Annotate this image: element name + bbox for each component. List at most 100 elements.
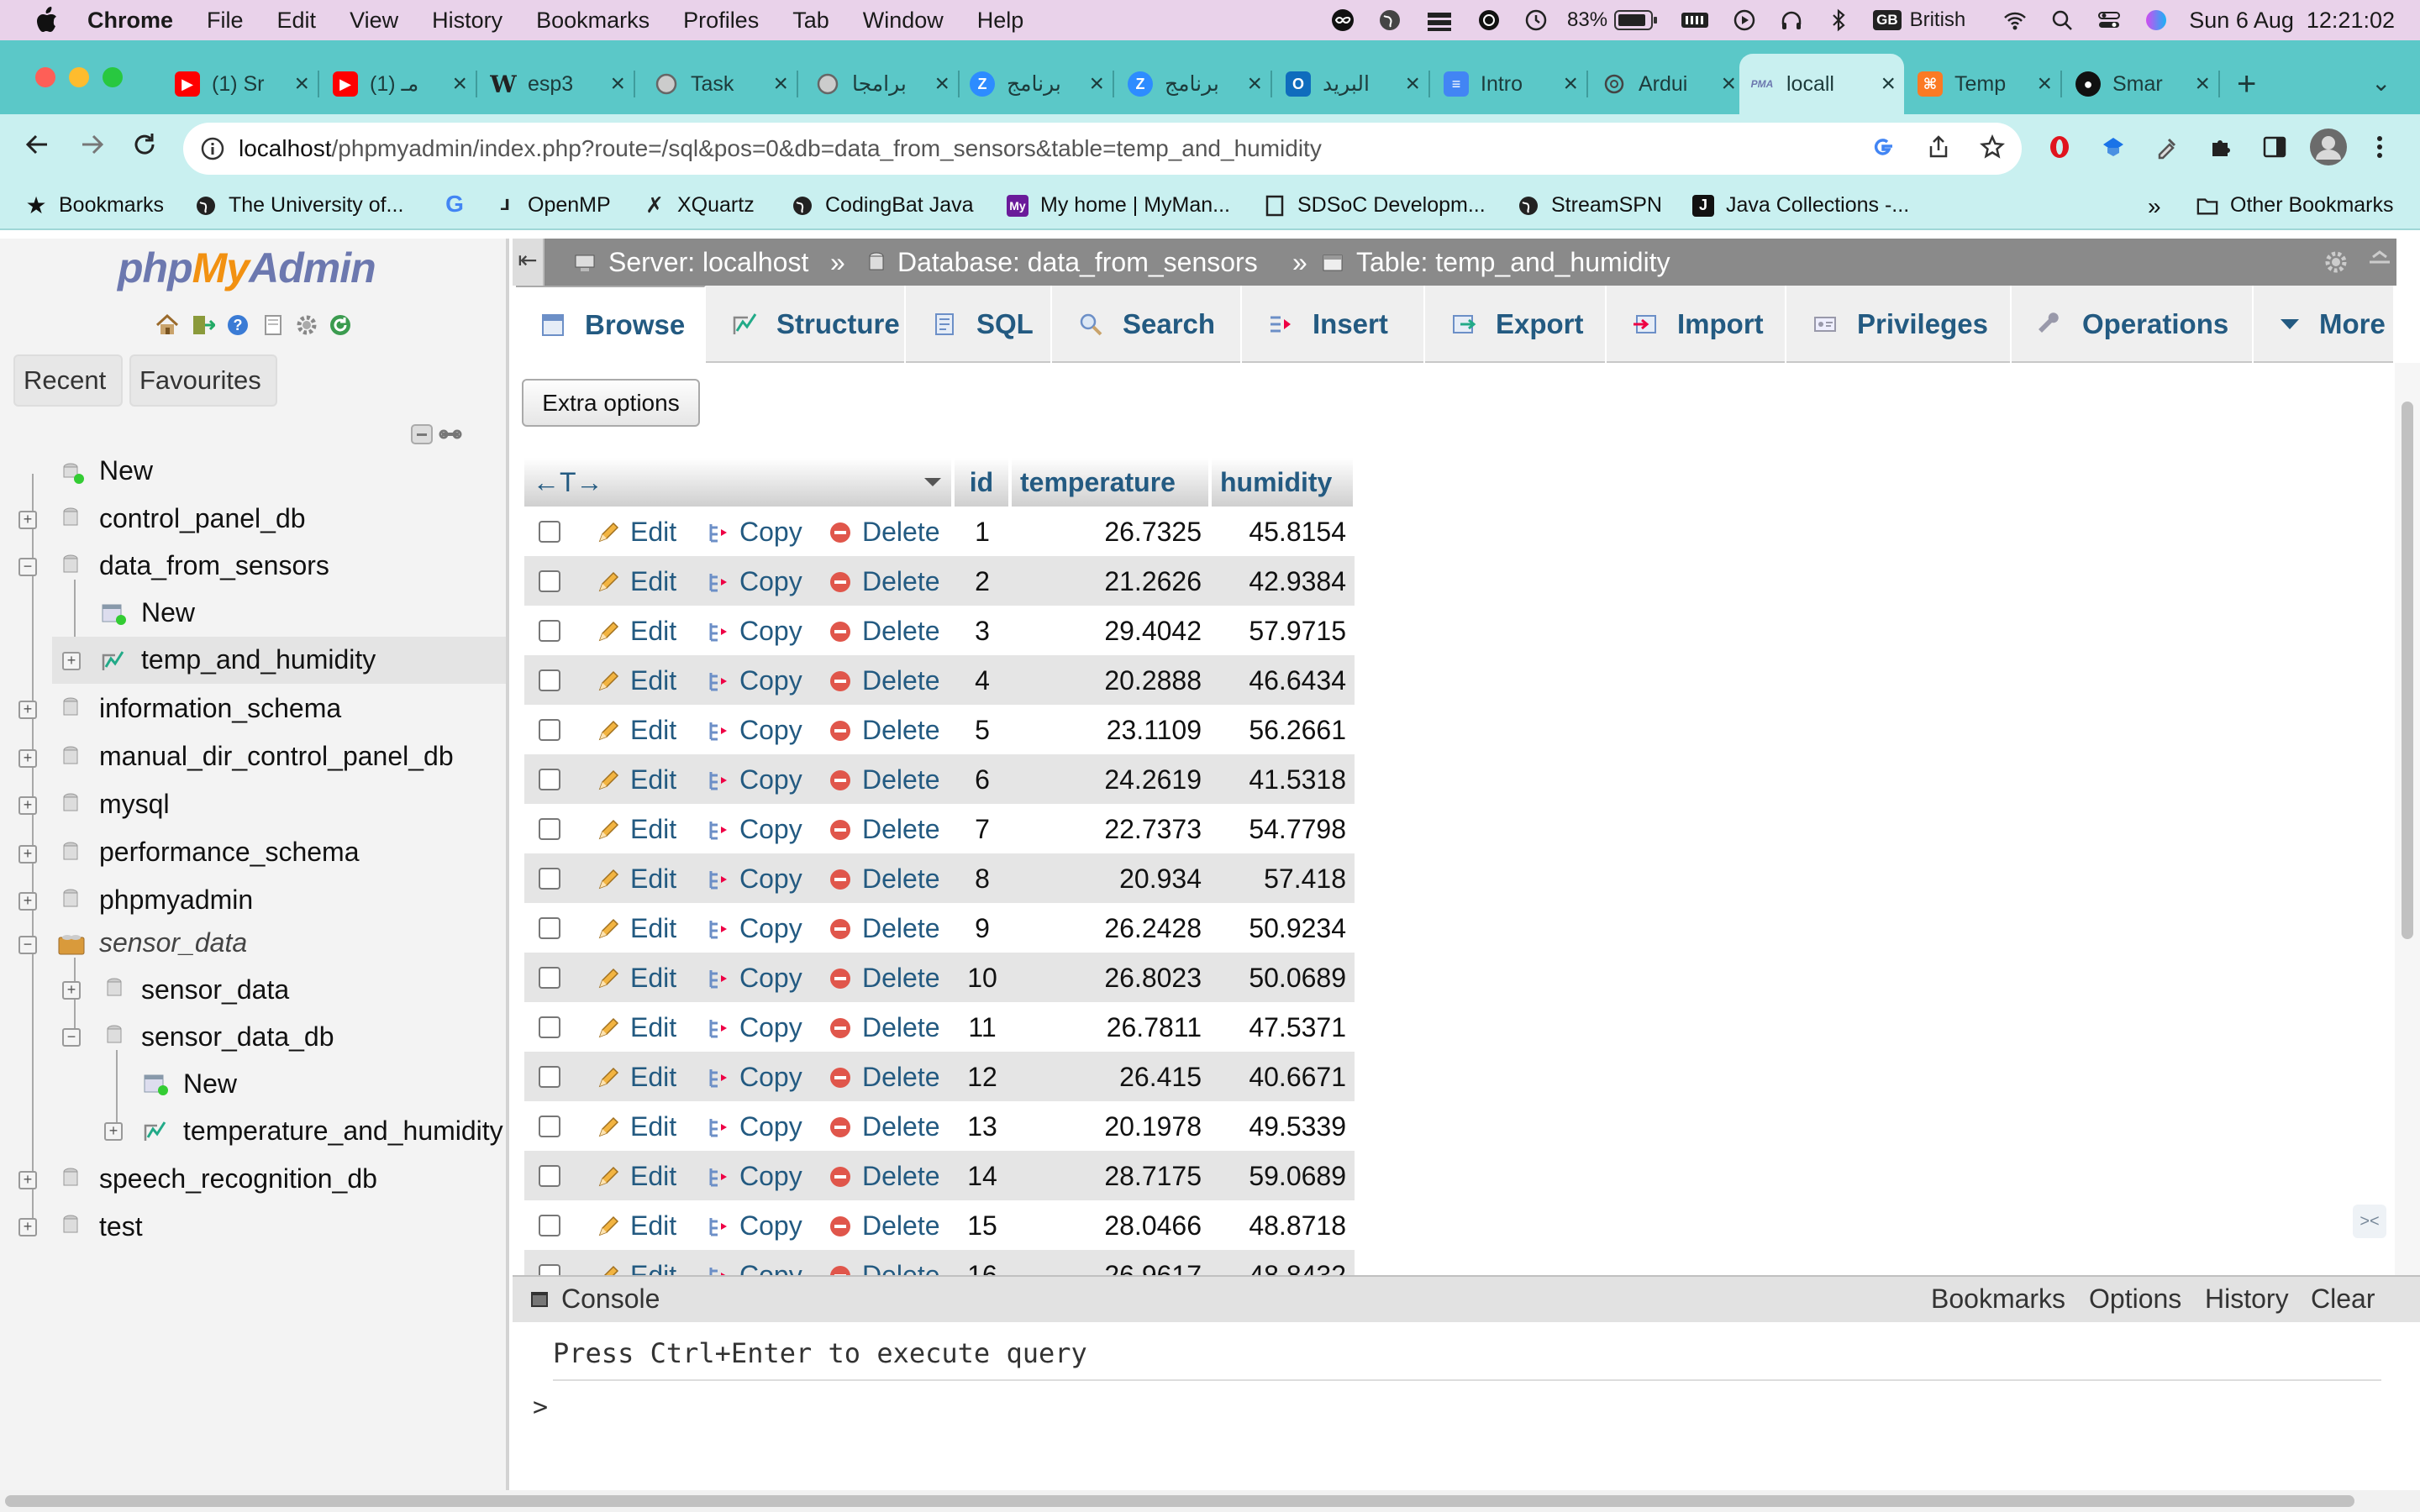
cell-humidity[interactable]: 41.5318 [1212,764,1346,795]
cell-humidity[interactable]: 50.0689 [1212,963,1346,994]
cell-id[interactable]: 1 [955,517,1010,548]
chrome-menu-icon[interactable] [2373,134,2386,164]
edit-row-link[interactable]: Edit [597,1260,676,1275]
extensions-puzzle-icon[interactable] [2208,134,2233,164]
expand-icon[interactable]: + [62,981,81,1000]
tree-db-speech-recognition-db[interactable]: speech_recognition_db [99,1163,377,1194]
edit-row-link[interactable]: Edit [597,665,676,696]
console-body[interactable]: Press Ctrl+Enter to execute query > [513,1322,2420,1490]
collapse-icon[interactable]: − [18,936,37,954]
tree-db-sensor-data[interactable]: sensor_data [141,974,289,1005]
menu-tab[interactable]: Tab [792,8,829,34]
row-checkbox[interactable] [539,570,560,592]
edit-row-link[interactable]: Edit [597,1111,676,1142]
cell-humidity[interactable]: 56.2661 [1212,715,1346,746]
menu-edit[interactable]: Edit [277,8,317,34]
tab-sql[interactable]: SQL [908,286,1052,363]
keyboard-badge[interactable]: GB [1873,10,1902,30]
close-tab-icon[interactable]: × [1721,70,1736,98]
extension-blue-icon[interactable] [2101,134,2126,164]
column-arrows-header[interactable]: ←T→ [524,458,953,507]
cell-temperature[interactable]: 23.1109 [1012,715,1202,746]
delete-row-link[interactable]: Delete [829,764,940,795]
tree-db-data-from-sensors[interactable]: data_from_sensors [99,550,329,581]
expand-icon[interactable]: + [18,749,37,768]
tab-favourites[interactable]: Favourites [129,354,277,407]
input-source-label[interactable]: British [1910,8,1966,32]
tab-recent[interactable]: Recent [13,354,123,407]
globe-icon[interactable] [1377,8,1402,33]
browser-tab[interactable]: ⌘ Temp × [1907,64,2062,104]
cell-id[interactable]: 11 [955,1012,1010,1043]
expand-icon[interactable]: + [104,1122,123,1141]
cell-temperature[interactable]: 21.2626 [1012,566,1202,597]
breadcrumb-server[interactable]: Server: localhost [573,247,808,278]
delete-row-link[interactable]: Delete [829,665,940,696]
new-tab-button[interactable]: + [2237,66,2256,103]
cell-id[interactable]: 4 [955,665,1010,696]
tree-group-sensor-data[interactable]: sensor_data [99,927,247,958]
cell-id[interactable]: 6 [955,764,1010,795]
pma-logo[interactable]: phpMyAdmin [118,244,376,292]
edit-row-link[interactable]: Edit [597,1062,676,1093]
browser-tab[interactable]: ● Smar × [2065,64,2220,104]
settings-gear-icon[interactable] [2323,249,2349,282]
minimize-icon[interactable] [2366,249,2393,282]
settings-gear-icon[interactable] [294,312,319,338]
edit-row-link[interactable]: Edit [597,1210,676,1242]
google-lens-icon[interactable] [1870,134,1896,164]
delete-row-link[interactable]: Delete [829,963,940,994]
copy-row-link[interactable]: Copy [706,616,802,647]
collapse-icon[interactable]: − [18,558,37,576]
browser-tab[interactable]: Ardui × [1591,64,1744,104]
logout-icon[interactable] [190,312,217,338]
chevron-down-icon[interactable] [923,476,943,488]
cell-temperature[interactable]: 26.2428 [1012,913,1202,944]
tab-more[interactable]: More [2255,286,2395,363]
cell-id[interactable]: 16 [955,1260,1010,1275]
vertical-scrollbar-thumb[interactable] [2402,402,2413,939]
close-window-button[interactable] [35,67,55,87]
copy-row-link[interactable]: Copy [706,1111,802,1142]
bookmark-item[interactable]: J Java Collections -... [1692,193,1909,218]
row-checkbox[interactable] [539,1016,560,1038]
console-input[interactable] [563,1389,2378,1426]
edit-row-link[interactable]: Edit [597,864,676,895]
cell-humidity[interactable]: 49.5339 [1212,1111,1346,1142]
bluetooth-icon[interactable] [1826,8,1851,33]
copy-row-link[interactable]: Copy [706,1062,802,1093]
close-tab-icon[interactable]: × [2037,70,2052,98]
console-clear-link[interactable]: Clear [2311,1284,2375,1315]
cell-id[interactable]: 13 [955,1111,1010,1142]
infinity-icon[interactable] [1330,8,1355,33]
expand-icon[interactable]: + [18,845,37,864]
breadcrumb-database[interactable]: Database: data_from_sensors [867,247,1258,278]
cell-id[interactable]: 10 [955,963,1010,994]
side-panel-icon[interactable] [2262,134,2287,164]
console-toggle[interactable]: Console [529,1284,660,1315]
cell-id[interactable]: 8 [955,864,1010,895]
tree-new-table[interactable]: New [183,1068,237,1100]
edit-row-link[interactable]: Edit [597,814,676,845]
bookmarks-overflow-button[interactable]: » [2148,193,2161,220]
close-tab-icon[interactable]: × [934,70,950,98]
cell-humidity[interactable]: 46.6434 [1212,665,1346,696]
console-options-link[interactable]: Options [2089,1284,2181,1315]
edit-row-link[interactable]: Edit [597,963,676,994]
copy-row-link[interactable]: Copy [706,1012,802,1043]
delete-row-link[interactable]: Delete [829,1161,940,1192]
cell-temperature[interactable]: 26.415 [1012,1062,1202,1093]
close-tab-icon[interactable]: × [1881,70,1896,98]
share-icon[interactable] [1926,134,1951,164]
cell-temperature[interactable]: 26.8023 [1012,963,1202,994]
row-checkbox[interactable] [539,1264,560,1275]
copy-row-link[interactable]: Copy [706,566,802,597]
home-icon[interactable] [155,312,180,338]
edit-row-link[interactable]: Edit [597,715,676,746]
cell-id[interactable]: 3 [955,616,1010,647]
menu-bookmarks[interactable]: Bookmarks [536,8,650,34]
siri-icon[interactable] [2144,8,2169,33]
forward-button[interactable] [77,129,108,167]
browser-tab[interactable]: برامجا × [805,64,960,104]
play-icon[interactable] [1732,8,1757,33]
